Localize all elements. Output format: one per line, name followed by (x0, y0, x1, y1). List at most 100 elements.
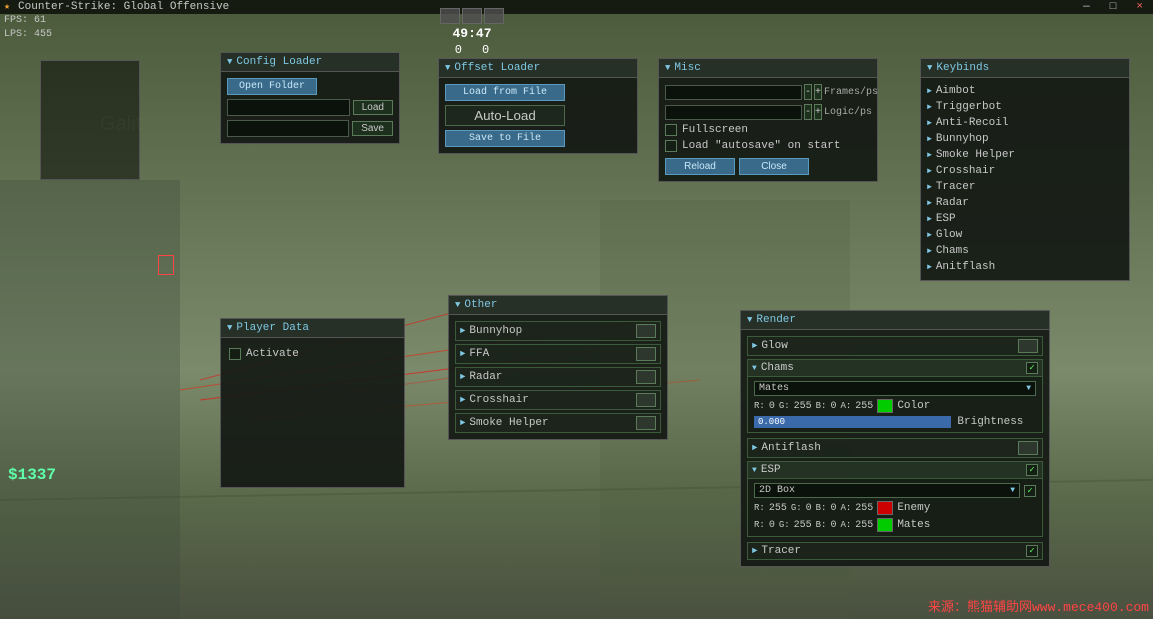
esp-enabled-checkbox[interactable] (1026, 464, 1038, 476)
glow-toggle-button[interactable] (1018, 339, 1038, 353)
config-save-field[interactable] (227, 120, 349, 137)
esp-r2-value: 0 (769, 520, 775, 531)
chams-enabled-checkbox[interactable] (1026, 362, 1038, 374)
other-item-crosshair[interactable]: ► Crosshair (455, 390, 661, 410)
esp-dropdown-row: 2D Box ▼ (754, 483, 1036, 498)
fps-unit-label: Frames/ps (824, 87, 878, 98)
timer-icons (440, 8, 504, 24)
esp-a2-label: A: (840, 520, 851, 530)
render-panel: Render ► Glow Chams Mates ▼ R: (740, 310, 1050, 567)
tracer-enabled-checkbox[interactable] (1026, 545, 1038, 557)
keybind-item-chams[interactable]: Chams (927, 244, 1123, 258)
logic-unit-label: Logic/ps (824, 107, 872, 118)
crosshair-label: Crosshair (469, 394, 632, 406)
logic-minus-button[interactable]: - (804, 104, 812, 120)
auto-load-button[interactable]: Auto-Load (445, 105, 565, 126)
fullscreen-label: Fullscreen (682, 124, 748, 136)
antiflash-toggle-button[interactable] (1018, 441, 1038, 455)
radar-toggle-button[interactable] (636, 370, 656, 384)
config-loader-header: Config Loader (221, 53, 399, 72)
keybind-item-esp[interactable]: ESP (927, 212, 1123, 226)
keybind-item-triggerbot[interactable]: Triggerbot (927, 100, 1123, 114)
esp-g2-value: 255 (794, 520, 812, 531)
esp-box-enabled-checkbox[interactable] (1024, 485, 1036, 497)
smokehelper-label: Smoke Helper (469, 417, 632, 429)
scores-display: 0 0 (455, 43, 489, 57)
config-load-button[interactable]: Load (353, 100, 393, 115)
render-tracer-item[interactable]: ► Tracer (747, 542, 1043, 560)
esp-dropdown[interactable]: 2D Box ▼ (754, 483, 1020, 498)
fullscreen-row: Fullscreen (665, 124, 871, 136)
activate-checkbox[interactable] (229, 348, 241, 360)
esp-mates-color-swatch[interactable] (877, 518, 893, 532)
fps-plus-button[interactable]: + (814, 84, 822, 100)
esp-dropdown-value: 2D Box (759, 485, 795, 496)
other-item-smokehelper[interactable]: ► Smoke Helper (455, 413, 661, 433)
keybind-item-radar[interactable]: Radar (927, 196, 1123, 210)
fps-input[interactable]: 120 (665, 85, 802, 100)
keybind-item-antirecoil[interactable]: Anti-Recoil (927, 116, 1123, 130)
brightness-slider[interactable]: 0.000 (754, 416, 951, 428)
crosshair-toggle-button[interactable] (636, 393, 656, 407)
keybind-item-aimbot[interactable]: Aimbot (927, 84, 1123, 98)
load-from-file-button[interactable]: Load from File (445, 84, 565, 101)
maximize-button[interactable]: □ (1104, 1, 1123, 13)
keybind-tracer-label: Tracer (936, 181, 976, 193)
keybind-item-bunnyhop[interactable]: Bunnyhop (927, 132, 1123, 146)
chams-dropdown[interactable]: Mates ▼ (754, 381, 1036, 396)
config-save-button[interactable]: Save (352, 121, 393, 136)
minimize-button[interactable]: — (1077, 1, 1096, 13)
other-body: ► Bunnyhop ► FFA ► Radar ► Crosshair ► S… (449, 315, 667, 439)
misc-close-button[interactable]: Close (739, 158, 809, 175)
save-to-file-button[interactable]: Save to File (445, 130, 565, 147)
keybinds-body: Aimbot Triggerbot Anti-Recoil Bunnyhop S… (921, 78, 1129, 280)
keybinds-header: Keybinds (921, 59, 1129, 78)
smokehelper-toggle-button[interactable] (636, 416, 656, 430)
misc-header: Misc (659, 59, 877, 78)
render-glow-item[interactable]: ► Glow (747, 336, 1043, 356)
reload-button[interactable]: Reload (665, 158, 735, 175)
fullscreen-checkbox[interactable] (665, 124, 677, 136)
chams-color-label: Color (897, 400, 930, 412)
ffa-label: FFA (469, 348, 632, 360)
misc-title: Misc (674, 62, 700, 74)
chams-a-value: 255 (855, 401, 873, 412)
autosave-checkbox[interactable] (665, 140, 677, 152)
close-window-button[interactable]: × (1130, 1, 1149, 13)
chams-r-value: 0 (769, 401, 775, 412)
minimap (40, 60, 140, 180)
tracer-arrow-icon: ► (752, 546, 757, 556)
player-data-header: Player Data (221, 319, 404, 338)
logic-plus-button[interactable]: + (814, 104, 822, 120)
chams-section-header[interactable]: Chams (748, 360, 1042, 377)
ct-icon (440, 8, 460, 24)
keybind-smokehelper-label: Smoke Helper (936, 149, 1015, 161)
keybind-item-anitflash[interactable]: Anitflash (927, 260, 1123, 274)
keybind-crosshair-label: Crosshair (936, 165, 995, 177)
chams-b-value: 0 (830, 401, 836, 412)
other-item-ffa[interactable]: ► FFA (455, 344, 661, 364)
chams-section: Chams Mates ▼ R: 0 G: 255 B: 0 A: (747, 359, 1043, 433)
antiflash-label: Antiflash (761, 442, 1014, 454)
score-ct: 0 (455, 43, 462, 57)
chams-color-row: R: 0 G: 255 B: 0 A: 255 Color (754, 399, 1036, 413)
esp-enemy-color-swatch[interactable] (877, 501, 893, 515)
logic-input[interactable]: 1000 (665, 105, 802, 120)
other-item-bunnyhop[interactable]: ► Bunnyhop (455, 321, 661, 341)
esp-b1-value: 0 (830, 503, 836, 514)
keybind-item-glow[interactable]: Glow (927, 228, 1123, 242)
bunnyhop-toggle-button[interactable] (636, 324, 656, 338)
esp-a1-label: A: (840, 503, 851, 513)
chams-color-swatch[interactable] (877, 399, 893, 413)
fps-minus-button[interactable]: - (804, 84, 812, 100)
render-antiflash-item[interactable]: ► Antiflash (747, 438, 1043, 458)
other-item-radar[interactable]: ► Radar (455, 367, 661, 387)
keybind-item-smokehelper[interactable]: Smoke Helper (927, 148, 1123, 162)
esp-section-header[interactable]: ESP (748, 462, 1042, 479)
keybind-item-crosshair[interactable]: Crosshair (927, 164, 1123, 178)
open-folder-button[interactable]: Open Folder (227, 78, 317, 95)
keybind-item-tracer[interactable]: Tracer (927, 180, 1123, 194)
esp-b2-value: 0 (830, 520, 836, 531)
ffa-toggle-button[interactable] (636, 347, 656, 361)
config-input-field[interactable] (227, 99, 350, 116)
